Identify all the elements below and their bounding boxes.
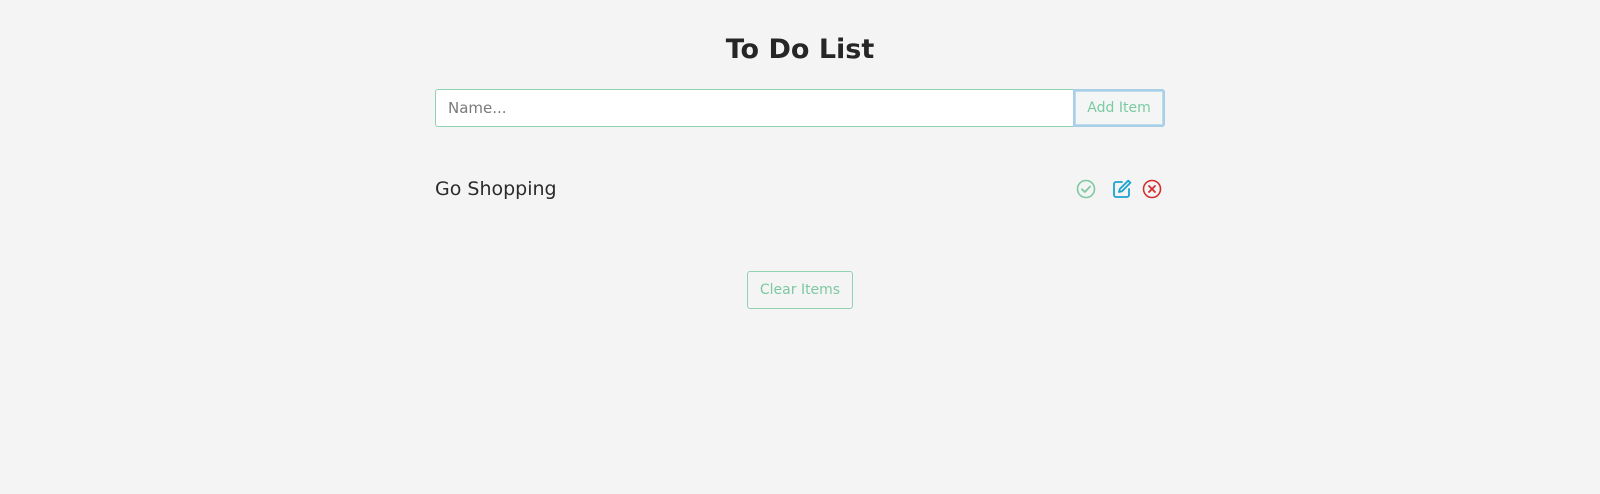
times-circle-icon[interactable]	[1139, 176, 1165, 202]
app-root: To Do List Add Item Go Shopping	[0, 0, 1600, 494]
item-label: Go Shopping	[435, 178, 557, 200]
clear-row: Clear Items	[435, 271, 1165, 309]
list-item: Go Shopping	[435, 172, 1165, 206]
clear-items-button[interactable]: Clear Items	[746, 271, 854, 309]
page-title: To Do List	[725, 34, 875, 65]
item-actions	[1073, 176, 1165, 202]
name-input[interactable]	[435, 89, 1073, 127]
edit-icon[interactable]	[1109, 176, 1135, 202]
add-item-button[interactable]: Add Item	[1073, 89, 1165, 127]
add-item-form: Add Item	[435, 89, 1165, 127]
check-circle-icon[interactable]	[1073, 176, 1099, 202]
